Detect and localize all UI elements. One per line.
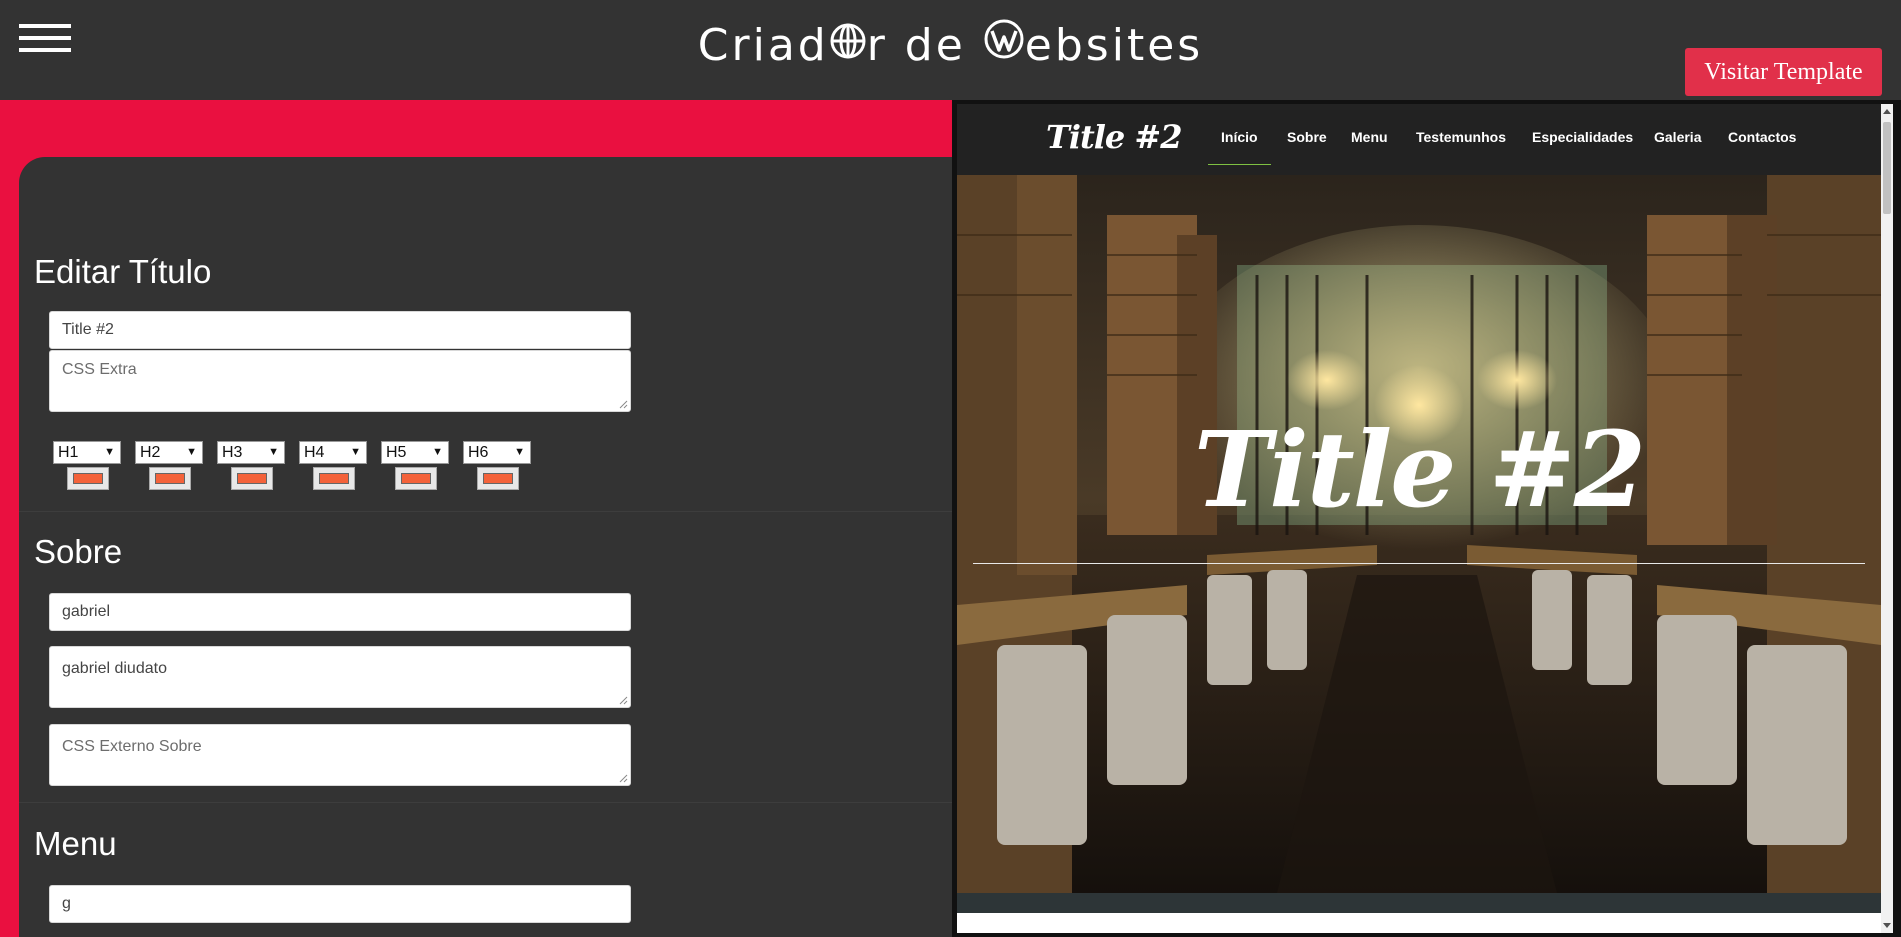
h2-select[interactable]: H2 ▼	[135, 441, 203, 464]
h4-select[interactable]: H4 ▼	[299, 441, 367, 464]
h1-select-value: H1	[58, 444, 79, 461]
app-title: Criad r de ebsites	[0, 14, 1901, 80]
app-title-part: Criad	[697, 20, 829, 71]
top-header: Criad r de ebsites Visitar Template	[0, 0, 1901, 100]
preview-nav-menu[interactable]: Menu	[1351, 129, 1388, 145]
preview-nav-inicio[interactable]: Início	[1221, 129, 1258, 145]
dropdown-arrow-icon: ▼	[514, 446, 525, 458]
globe-icon	[830, 13, 866, 77]
h6-select-value: H6	[468, 444, 489, 461]
preview-scrollbar[interactable]	[1881, 104, 1893, 933]
h4-color-picker[interactable]	[313, 467, 355, 490]
scroll-down-icon[interactable]	[1883, 923, 1891, 928]
about-css-placeholder: CSS Externo Sobre	[62, 738, 202, 755]
scroll-up-icon[interactable]	[1883, 109, 1891, 114]
h3-color-picker[interactable]	[231, 467, 273, 490]
color-swatch	[73, 473, 103, 484]
h4-select-value: H4	[304, 444, 325, 461]
color-swatch	[155, 473, 185, 484]
scroll-thumb[interactable]	[1883, 122, 1891, 214]
h6-color-picker[interactable]	[477, 467, 519, 490]
about-css-textarea[interactable]: CSS Externo Sobre	[49, 724, 631, 786]
preview-logo[interactable]: Title #2	[1046, 118, 1182, 156]
preview-hero-title: Title #2	[1193, 408, 1646, 531]
section-divider	[19, 511, 952, 512]
title-input[interactable]: Title #2	[49, 311, 631, 349]
color-swatch	[401, 473, 431, 484]
h5-select-value: H5	[386, 444, 407, 461]
h2-select-value: H2	[140, 444, 161, 461]
preview-nav-especialidades[interactable]: Especialidades	[1532, 129, 1633, 145]
color-swatch	[237, 473, 267, 484]
app-title-part: r de	[866, 20, 983, 71]
h1-color-picker[interactable]	[67, 467, 109, 490]
preview-hero-image: Title #2	[957, 175, 1881, 893]
preview-section-strip	[957, 893, 1881, 913]
h5-color-picker[interactable]	[395, 467, 437, 490]
dropdown-arrow-icon: ▼	[268, 446, 279, 458]
preview-nav-contactos[interactable]: Contactos	[1728, 129, 1796, 145]
app-title-part: ebsites	[1024, 20, 1204, 71]
restaurant-photo	[957, 175, 1881, 893]
preview-viewport: Title #2 Início Sobre Menu Testemunhos E…	[957, 104, 1893, 933]
color-swatch	[483, 473, 513, 484]
resize-grip-icon[interactable]	[619, 696, 628, 705]
wordpress-icon	[984, 13, 1024, 77]
preview-navbar: Title #2 Início Sobre Menu Testemunhos E…	[957, 104, 1881, 175]
about-text-textarea[interactable]: gabriel diudato	[49, 646, 631, 708]
template-preview: Title #2 Início Sobre Menu Testemunhos E…	[952, 100, 1901, 937]
dropdown-arrow-icon: ▼	[350, 446, 361, 458]
preview-nav-testemunhos[interactable]: Testemunhos	[1416, 129, 1506, 145]
color-swatch	[319, 473, 349, 484]
resize-grip-icon[interactable]	[619, 400, 628, 409]
section-divider	[19, 802, 952, 803]
title-css-placeholder: CSS Extra	[62, 361, 137, 378]
h6-select[interactable]: H6 ▼	[463, 441, 531, 464]
menu-section-heading: Menu	[34, 825, 117, 862]
title-css-textarea[interactable]: CSS Extra	[49, 350, 631, 412]
resize-grip-icon[interactable]	[619, 774, 628, 783]
dropdown-arrow-icon: ▼	[432, 446, 443, 458]
active-nav-underline	[1208, 164, 1271, 165]
h3-select-value: H3	[222, 444, 243, 461]
preview-nav-sobre[interactable]: Sobre	[1287, 129, 1327, 145]
preview-nav-galeria[interactable]: Galeria	[1654, 129, 1701, 145]
editor-panel: Editar Título Title #2 CSS Extra H1 ▼ H2 ▼…	[19, 157, 952, 937]
dropdown-arrow-icon: ▼	[104, 446, 115, 458]
about-name-input[interactable]: gabriel	[49, 593, 631, 631]
h2-color-picker[interactable]	[149, 467, 191, 490]
h3-select[interactable]: H3 ▼	[217, 441, 285, 464]
hero-divider	[973, 563, 1865, 564]
about-text-value: gabriel diudato	[62, 660, 167, 677]
menu-item-input[interactable]: g	[49, 885, 631, 923]
dropdown-arrow-icon: ▼	[186, 446, 197, 458]
h1-select[interactable]: H1 ▼	[53, 441, 121, 464]
about-section-heading: Sobre	[34, 533, 123, 570]
section-title-heading: Editar Título	[34, 253, 212, 290]
h5-select[interactable]: H5 ▼	[381, 441, 449, 464]
visit-template-button[interactable]: Visitar Template	[1685, 48, 1882, 96]
